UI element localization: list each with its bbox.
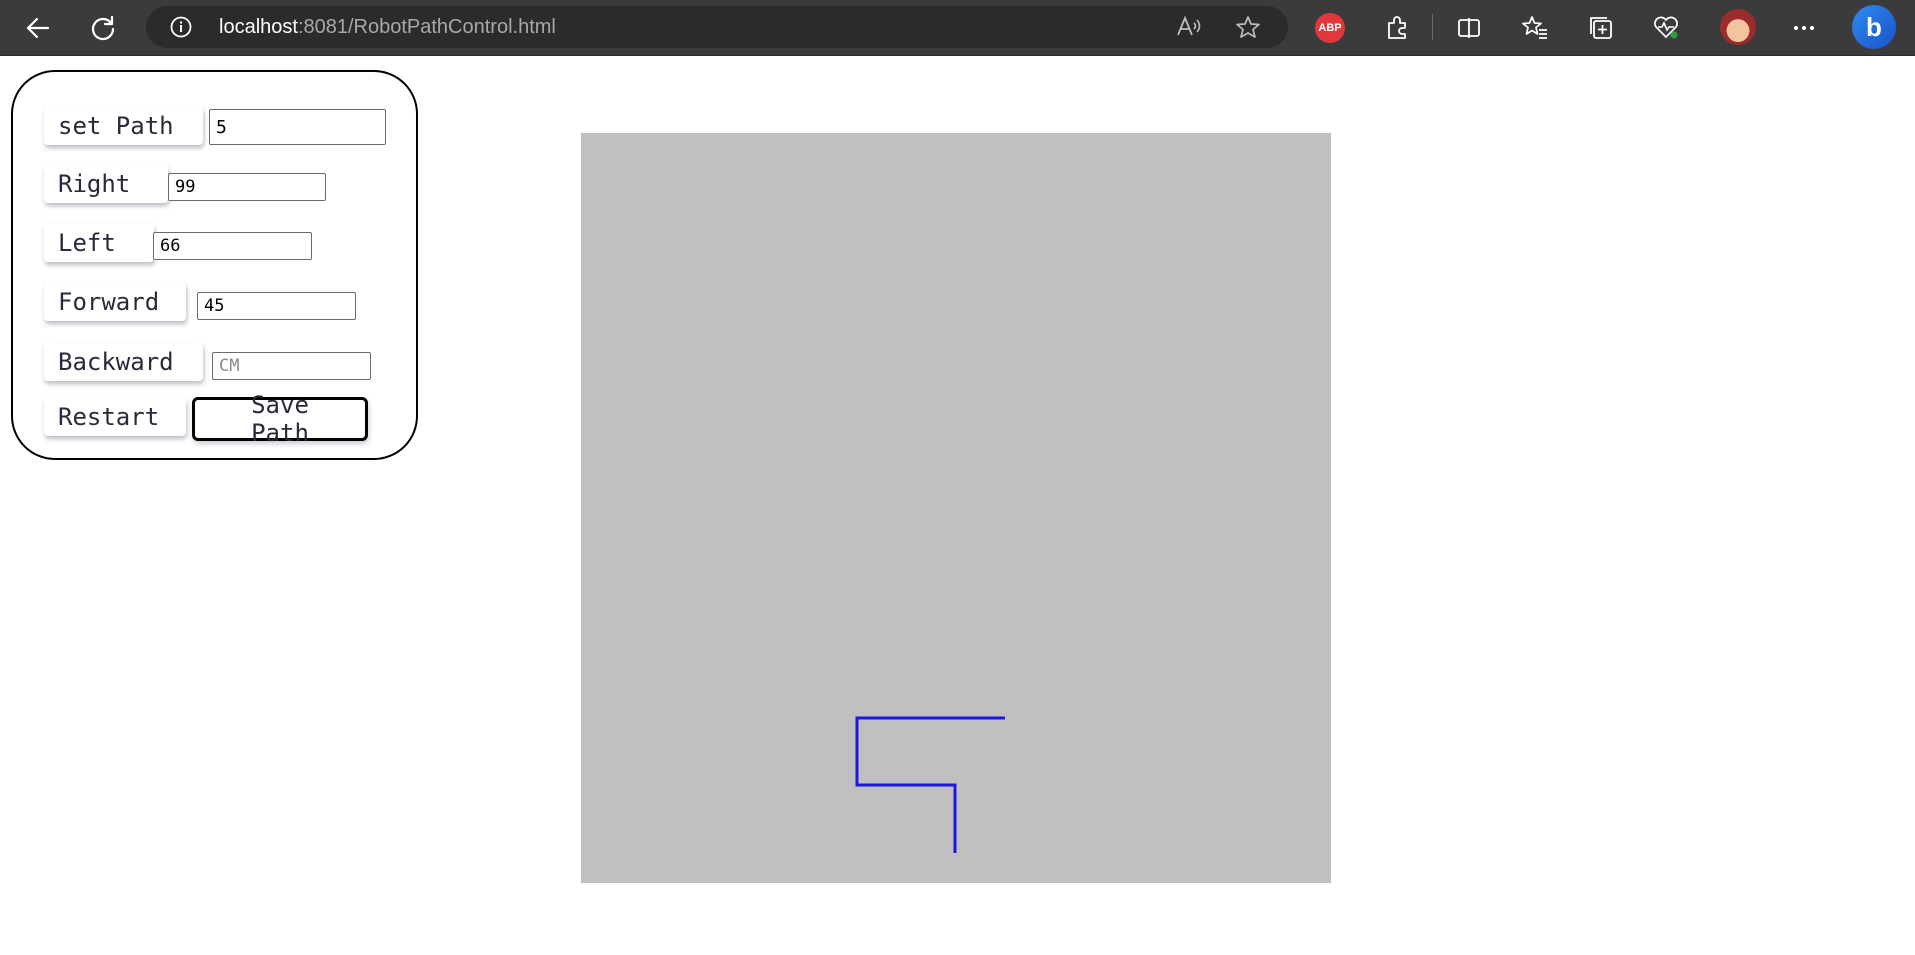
set-path-input[interactable] [209,109,386,145]
toolbar-divider [1432,14,1433,40]
left-button[interactable]: Left [44,224,154,262]
browser-toolbar: localhost:8081/RobotPathControl.html ABP… [0,0,1915,56]
forward-button[interactable]: Forward [44,283,186,321]
robot-path-canvas[interactable] [581,133,1331,883]
url-text[interactable]: localhost:8081/RobotPathControl.html [219,6,556,48]
url-path: :8081/RobotPathControl.html [297,16,556,38]
favorite-star-icon[interactable] [1235,15,1261,39]
right-input[interactable] [168,173,326,201]
save-path-button[interactable]: Save Path [192,391,368,447]
split-screen-icon[interactable] [1453,12,1485,44]
extensions-icon[interactable] [1381,12,1413,44]
adblock-icon[interactable]: ABP [1315,13,1345,43]
bing-chat-icon[interactable]: b [1852,5,1896,49]
backward-input[interactable] [212,352,371,380]
back-icon[interactable] [22,12,54,44]
left-input[interactable] [153,232,312,260]
set-path-button[interactable]: set Path [44,107,203,145]
restart-button[interactable]: Restart [44,398,186,436]
adblock-label: ABP [1318,22,1342,34]
read-aloud-icon[interactable] [1176,15,1202,39]
profile-avatar[interactable] [1720,9,1756,45]
bing-label: b [1866,11,1882,42]
info-icon[interactable] [170,16,192,38]
refresh-icon[interactable] [87,12,119,44]
browser-essentials-icon[interactable] [1650,12,1682,44]
more-icon[interactable] [1788,12,1820,44]
backward-button[interactable]: Backward [44,343,203,381]
robot-path-drawing [855,716,1005,853]
robot-path-line [855,716,1005,853]
address-bar[interactable]: localhost:8081/RobotPathControl.html [146,6,1288,48]
favorites-icon[interactable] [1519,12,1551,44]
right-button[interactable]: Right [44,165,168,203]
forward-input[interactable] [197,292,356,320]
url-host: localhost [219,16,298,38]
collections-icon[interactable] [1585,12,1617,44]
control-panel: set Path Right Left Forward Backward Res… [11,70,418,460]
